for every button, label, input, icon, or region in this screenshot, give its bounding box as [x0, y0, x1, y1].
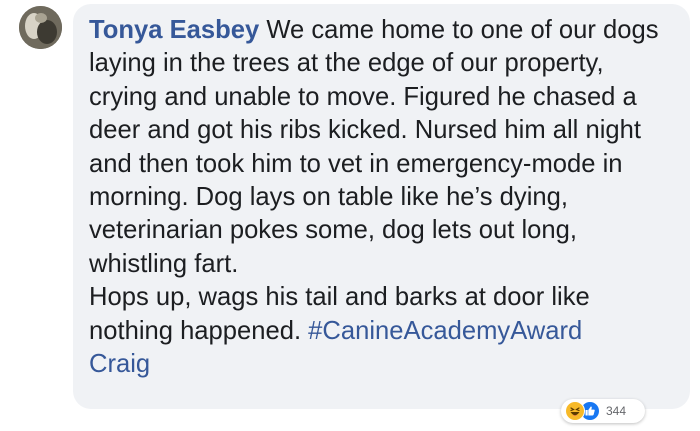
reaction-count: 344 — [606, 404, 627, 418]
comment-body: We came home to one of our dogs laying i… — [89, 16, 659, 345]
avatar-photo — [19, 6, 62, 49]
avatar[interactable] — [19, 6, 62, 49]
mention-link[interactable]: Craig — [89, 350, 150, 378]
hashtag-link[interactable]: #CanineAcademyAward — [308, 317, 582, 345]
haha-icon — [565, 401, 585, 421]
reactions-summary[interactable]: 344 — [561, 399, 645, 423]
comment-text: Tonya Easbey We came home to one of our … — [89, 14, 674, 381]
comment-author-link[interactable]: Tonya Easbey — [89, 16, 259, 44]
comment-bubble: Tonya Easbey We came home to one of our … — [73, 4, 690, 409]
